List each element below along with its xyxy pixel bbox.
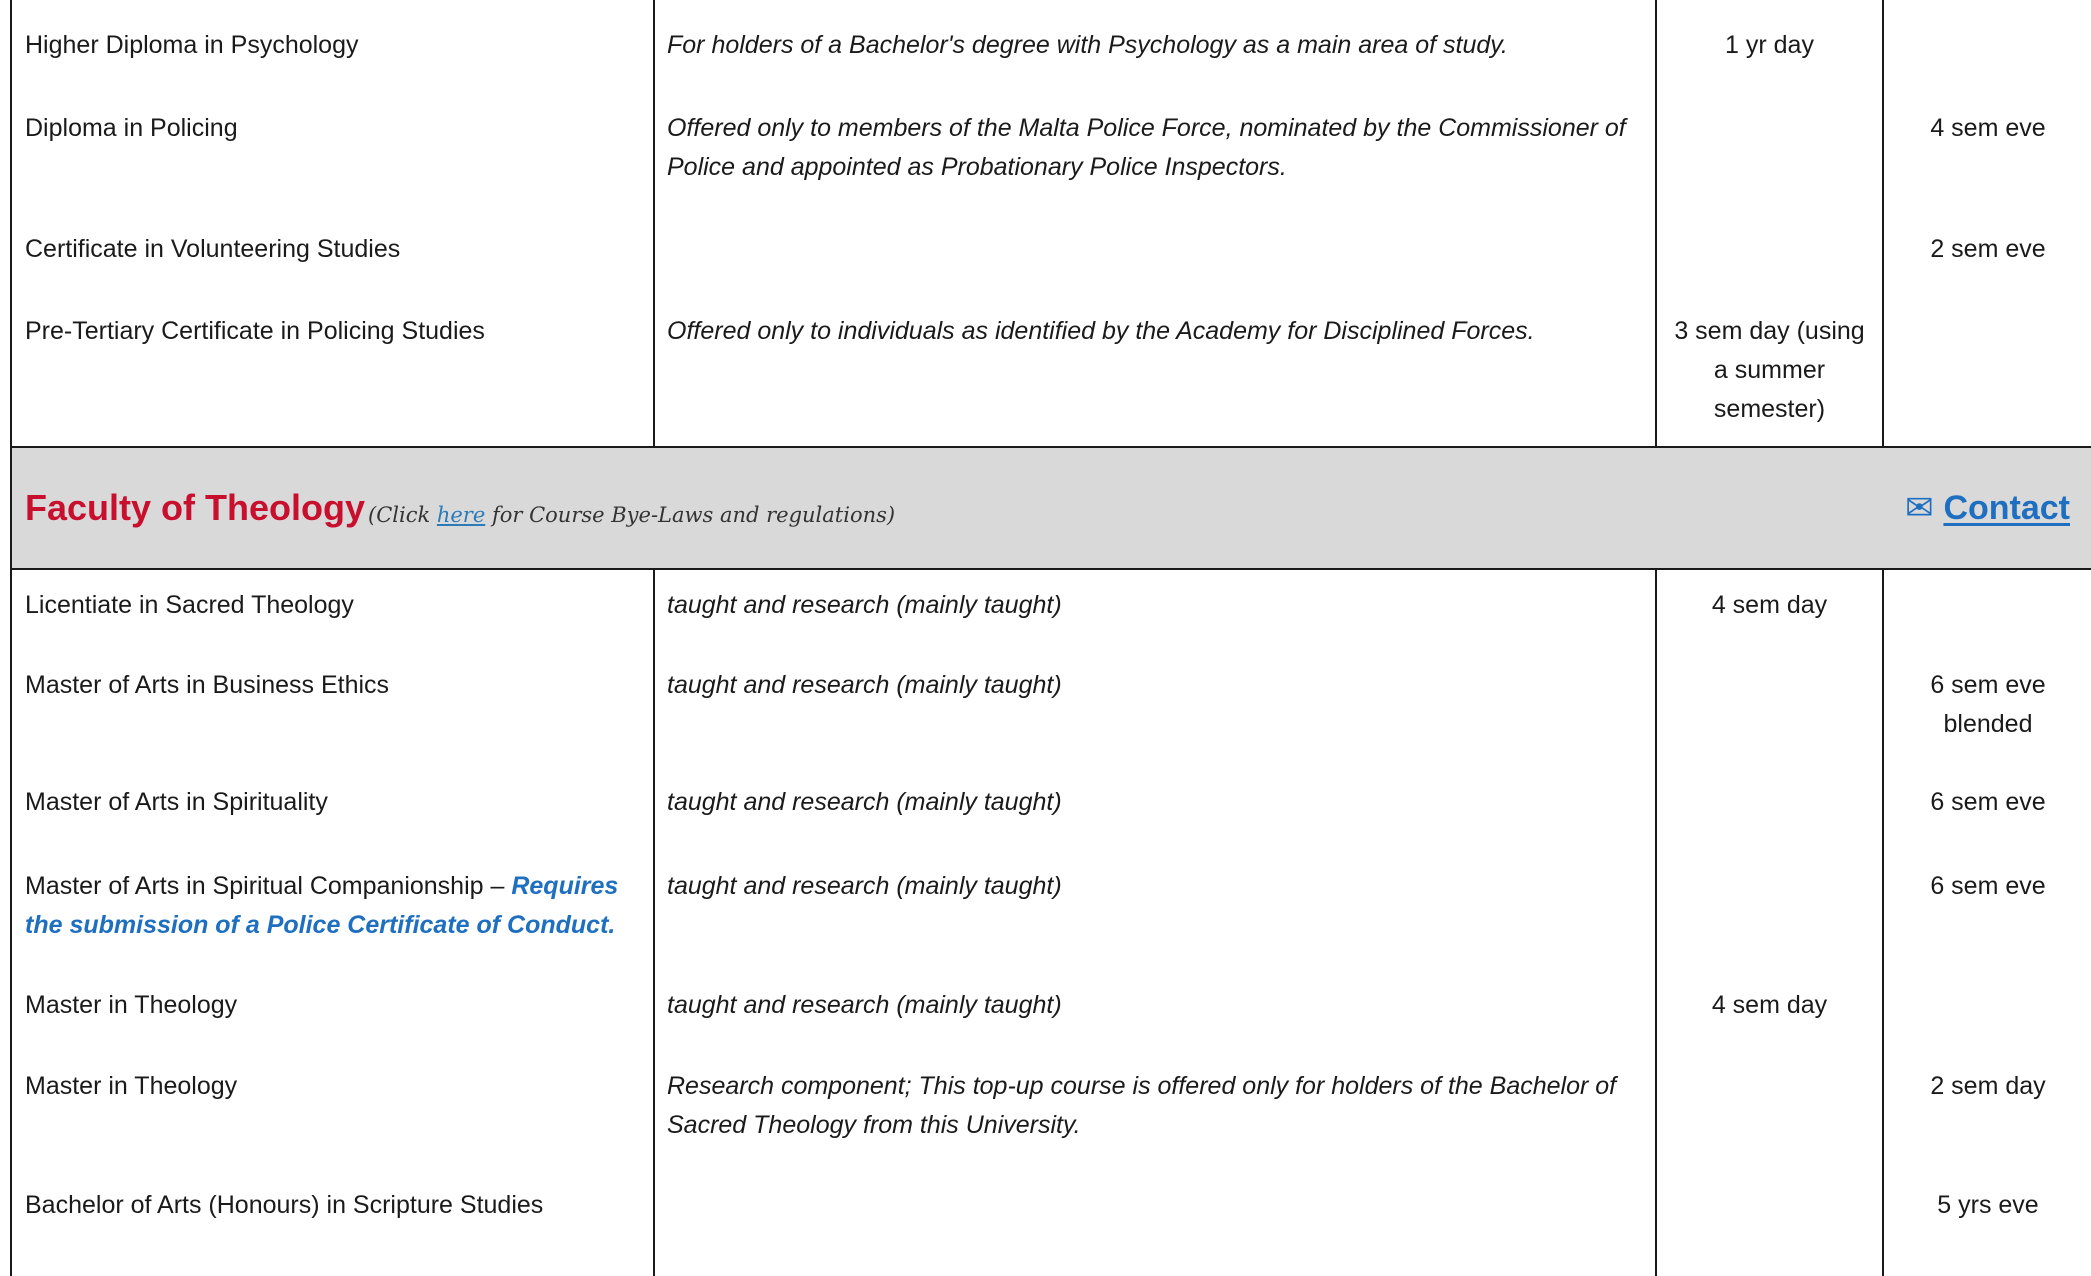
course-note: For holders of a Bachelor's degree with … xyxy=(654,0,1657,102)
bye-laws-link[interactable]: here xyxy=(437,503,485,527)
table-row: Diploma in Policing Offered only to memb… xyxy=(10,102,2091,222)
contact-label: Contact xyxy=(1943,489,2070,527)
courses-grid: Higher Diploma in Psychology For holders… xyxy=(10,0,2091,1276)
bye-laws-note: (Click here for Course Bye-Laws and regu… xyxy=(368,500,895,530)
course-note: taught and research (mainly taught) xyxy=(654,857,1657,978)
day-duration xyxy=(1656,102,1884,222)
table-row: Pre-Tertiary Certificate in Policing Stu… xyxy=(10,306,2091,448)
table-row: Bachelor of Arts (Honours) in Scripture … xyxy=(10,1177,2091,1276)
course-note: taught and research (mainly taught) xyxy=(654,776,1657,857)
evening-duration: 2 sem day xyxy=(1930,1072,2046,1100)
table-row: Master of Arts in Business Ethics taught… xyxy=(10,658,2091,776)
table-row: Master of Arts in Spiritual Companionshi… xyxy=(10,857,2091,978)
course-note: taught and research (mainly taught) xyxy=(654,658,1657,776)
day-duration xyxy=(1656,658,1884,776)
table-row: Master of Arts in Spirituality taught an… xyxy=(10,776,2091,857)
bye-laws-note-suffix: for Course Bye-Laws and regulations) xyxy=(485,503,896,527)
table-row: Master in Theology taught and research (… xyxy=(10,978,2091,1060)
faculty-title: Faculty of Theology xyxy=(25,487,366,528)
courses-table: Higher Diploma in Psychology For holders… xyxy=(10,0,2091,1276)
day-duration: 1 yr day xyxy=(1656,0,1884,102)
envelope-icon: ✉ xyxy=(1904,489,1934,527)
course-note: Offered only to individuals as identifie… xyxy=(654,306,1657,448)
table-row: Licentiate in Sacred Theology taught and… xyxy=(10,569,2091,658)
course-note xyxy=(654,1177,1657,1276)
day-duration: 4 sem day xyxy=(1656,569,1884,658)
faculty-header-cell: Faculty of Theology (Click here for Cour… xyxy=(10,447,2091,570)
faculty-header: Faculty of Theology (Click here for Cour… xyxy=(10,447,2091,570)
course-note: taught and research (mainly taught) xyxy=(654,569,1657,658)
course-name: Diploma in Policing xyxy=(10,102,655,222)
bye-laws-note-prefix: (Click xyxy=(368,503,437,527)
day-duration: 4 sem day xyxy=(1656,978,1884,1060)
course-name: Master in Theology xyxy=(10,1060,655,1177)
evening-duration xyxy=(1883,0,2091,102)
course-name: Master of Arts in Spirituality xyxy=(10,776,655,857)
course-name: Higher Diploma in Psychology xyxy=(10,0,655,102)
table-row: Master in Theology Research component; T… xyxy=(10,1060,2091,1177)
course-name-cell: Master of Arts in Spiritual Companionshi… xyxy=(10,857,655,978)
course-name: Master of Arts in Business Ethics xyxy=(10,658,655,776)
table-row: Certificate in Volunteering Studies 2 se… xyxy=(10,222,2091,306)
evening-duration xyxy=(1883,978,2091,1060)
evening-duration: 4 sem eve xyxy=(1930,114,2046,142)
day-duration xyxy=(1656,222,1884,306)
course-name: Pre-Tertiary Certificate in Policing Stu… xyxy=(10,306,655,448)
contact-link[interactable]: ✉ Contact xyxy=(1905,486,2070,530)
day-duration xyxy=(1656,776,1884,857)
course-note: Research component; This top-up course i… xyxy=(654,1060,1657,1177)
course-name: Master in Theology xyxy=(10,978,655,1060)
evening-duration: 6 sem eve xyxy=(1930,788,2046,816)
course-name: Licentiate in Sacred Theology xyxy=(10,569,655,658)
day-duration xyxy=(1656,1177,1884,1276)
evening-duration xyxy=(1883,306,2091,448)
evening-duration: 6 sem eve blended xyxy=(1930,671,2046,738)
course-note: Offered only to members of the Malta Pol… xyxy=(654,102,1657,222)
day-duration: 3 sem day (using a summer semester) xyxy=(1656,306,1884,448)
faculty-header-inner: Faculty of Theology (Click here for Cour… xyxy=(12,448,2091,568)
day-duration xyxy=(1656,857,1884,978)
course-name: Certificate in Volunteering Studies xyxy=(10,222,655,306)
evening-duration xyxy=(1883,569,2091,658)
table-row: Higher Diploma in Psychology For holders… xyxy=(10,0,2091,102)
evening-duration: 5 yrs eve xyxy=(1937,1191,2039,1219)
course-name: Master of Arts in Spiritual Companionshi… xyxy=(25,872,512,900)
evening-duration: 2 sem eve xyxy=(1930,235,2046,263)
evening-duration: 6 sem eve xyxy=(1930,872,2046,900)
course-note xyxy=(654,222,1657,306)
course-name: Bachelor of Arts (Honours) in Scripture … xyxy=(10,1177,655,1276)
course-note: taught and research (mainly taught) xyxy=(654,978,1657,1060)
day-duration xyxy=(1656,1060,1884,1177)
